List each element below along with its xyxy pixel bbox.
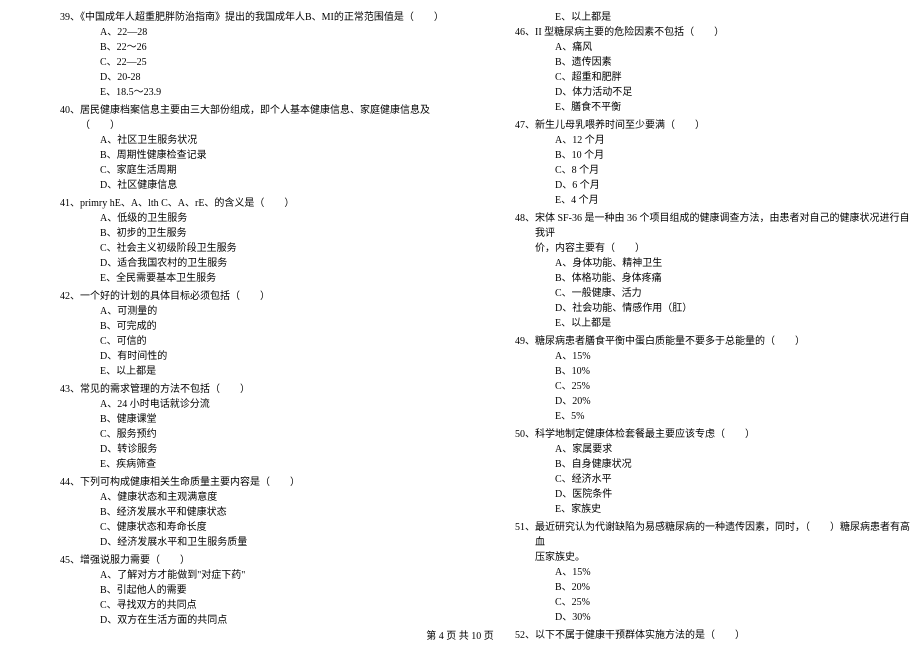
question-block: 50、科学地制定健康体检套餐最主要应该专虑（ ）A、家属要求B、自身健康状况C、…	[465, 427, 910, 517]
option-item: D、适合我国农村的卫生服务	[10, 256, 455, 271]
option-item: E、全民需要基本卫生服务	[10, 271, 455, 286]
option-item: C、超重和肥胖	[465, 70, 910, 85]
question-text: 44、下列可构成健康相关生命质量主要内容是（ ）	[10, 475, 455, 490]
option-item: C、22—25	[10, 55, 455, 70]
option-item: A、家属要求	[465, 442, 910, 457]
option-item: C、可信的	[10, 334, 455, 349]
question-block: 47、新生儿母乳喂养时间至少要满（ ）A、12 个月B、10 个月C、8 个月D…	[465, 118, 910, 208]
option-item: D、20%	[465, 394, 910, 409]
option-item: D、转诊服务	[10, 442, 455, 457]
option-item: E、以上都是	[465, 10, 910, 25]
option-item: D、20-28	[10, 70, 455, 85]
option-item: A、身体功能、精神卫生	[465, 256, 910, 271]
question-text: 42、一个好的计划的具体目标必须包括（ ）	[10, 289, 455, 304]
option-item: A、了解对方才能做到"对症下药"	[10, 568, 455, 583]
option-item: B、体格功能、身体疼痛	[465, 271, 910, 286]
option-item: E、以上都是	[465, 316, 910, 331]
option-item: B、22～26	[10, 40, 455, 55]
question-block: 41、primry hE、A、lth C、A、rE、的含义是（ ）A、低级的卫生…	[10, 196, 455, 286]
option-item: C、寻找双方的共同点	[10, 598, 455, 613]
option-item: C、家庭生活周期	[10, 163, 455, 178]
option-item: A、低级的卫生服务	[10, 211, 455, 226]
option-item: E、膳食不平衡	[465, 100, 910, 115]
option-item: B、健康课堂	[10, 412, 455, 427]
option-item: A、痛风	[465, 40, 910, 55]
option-item: C、25%	[465, 595, 910, 610]
option-item: D、有时间性的	[10, 349, 455, 364]
option-item: A、15%	[465, 349, 910, 364]
option-item: E、4 个月	[465, 193, 910, 208]
option-item: A、22—28	[10, 25, 455, 40]
question-continuation: 价，内容主要有（ ）	[465, 241, 910, 256]
option-item: E、18.5～23.9	[10, 85, 455, 100]
question-text: 39、《中国成年人超重肥胖防治指南》提出的我国成年人B、MI的正常范围值是（ ）	[10, 10, 455, 25]
question-text: 41、primry hE、A、lth C、A、rE、的含义是（ ）	[10, 196, 455, 211]
question-text: 40、居民健康档案信息主要由三大部份组成，即个人基本健康信息、家庭健康信息及（ …	[10, 103, 455, 133]
question-block: 39、《中国成年人超重肥胖防治指南》提出的我国成年人B、MI的正常范围值是（ ）…	[10, 10, 455, 100]
option-item: E、疾病筛查	[10, 457, 455, 472]
option-item: D、体力活动不足	[465, 85, 910, 100]
option-item: D、社区健康信息	[10, 178, 455, 193]
question-block: 42、一个好的计划的具体目标必须包括（ ）A、可测量的B、可完成的C、可信的D、…	[10, 289, 455, 379]
option-item: C、健康状态和寿命长度	[10, 520, 455, 535]
option-item: B、引起他人的需要	[10, 583, 455, 598]
option-item: D、经济发展水平和卫生服务质量	[10, 535, 455, 550]
option-item: B、周期性健康检查记录	[10, 148, 455, 163]
option-item: A、15%	[465, 565, 910, 580]
question-text: 49、糖尿病患者膳食平衡中蛋白质能量不要多于总能量的（ ）	[465, 334, 910, 349]
option-item: A、12 个月	[465, 133, 910, 148]
option-item: D、30%	[465, 610, 910, 625]
option-item: B、10 个月	[465, 148, 910, 163]
page-footer: 第 4 页 共 10 页	[0, 627, 920, 642]
option-item: B、自身健康状况	[465, 457, 910, 472]
question-text: 50、科学地制定健康体检套餐最主要应该专虑（ ）	[465, 427, 910, 442]
question-block: 51、最近研究认为代谢缺陷为易感糖尿病的一种遗传因素，同时，（ ）糖尿病患者有高…	[465, 520, 910, 625]
option-item: D、6 个月	[465, 178, 910, 193]
question-continuation: 压家族史。	[465, 550, 910, 565]
option-item: B、10%	[465, 364, 910, 379]
option-item: B、20%	[465, 580, 910, 595]
option-item: C、一般健康、活力	[465, 286, 910, 301]
question-text: 45、增强说服力需要（ ）	[10, 553, 455, 568]
left-column: 39、《中国成年人超重肥胖防治指南》提出的我国成年人B、MI的正常范围值是（ ）…	[10, 10, 455, 646]
question-text: 46、II 型糖尿病主要的危险因素不包括（ ）	[465, 25, 910, 40]
option-item: B、遗传因素	[465, 55, 910, 70]
question-block: 46、II 型糖尿病主要的危险因素不包括（ ）A、痛风B、遗传因素C、超重和肥胖…	[465, 25, 910, 115]
option-item: E、家族史	[465, 502, 910, 517]
option-item: A、健康状态和主观满意度	[10, 490, 455, 505]
option-item: B、初步的卫生服务	[10, 226, 455, 241]
question-text: 47、新生儿母乳喂养时间至少要满（ ）	[465, 118, 910, 133]
question-text: 43、常见的需求管理的方法不包括（ ）	[10, 382, 455, 397]
question-block: 48、宋体 SF-36 是一种由 36 个项目组成的健康调查方法，由患者对自己的…	[465, 211, 910, 331]
question-block: 44、下列可构成健康相关生命质量主要内容是（ ）A、健康状态和主观满意度B、经济…	[10, 475, 455, 550]
question-text: 48、宋体 SF-36 是一种由 36 个项目组成的健康调查方法，由患者对自己的…	[465, 211, 910, 241]
option-item: D、社会功能、情感作用（肛）	[465, 301, 910, 316]
question-text: 51、最近研究认为代谢缺陷为易感糖尿病的一种遗传因素，同时，（ ）糖尿病患者有高…	[465, 520, 910, 550]
option-item: D、双方在生活方面的共同点	[10, 613, 455, 628]
option-item: A、可测量的	[10, 304, 455, 319]
question-block: 43、常见的需求管理的方法不包括（ ）A、24 小时电话就诊分流B、健康课堂C、…	[10, 382, 455, 472]
option-item: C、8 个月	[465, 163, 910, 178]
question-block: 49、糖尿病患者膳食平衡中蛋白质能量不要多于总能量的（ ）A、15%B、10%C…	[465, 334, 910, 424]
option-item: A、社区卫生服务状况	[10, 133, 455, 148]
option-item: B、经济发展水平和健康状态	[10, 505, 455, 520]
option-item: E、5%	[465, 409, 910, 424]
option-item: B、可完成的	[10, 319, 455, 334]
question-block: 40、居民健康档案信息主要由三大部份组成，即个人基本健康信息、家庭健康信息及（ …	[10, 103, 455, 193]
option-item: A、24 小时电话就诊分流	[10, 397, 455, 412]
option-item: C、社会主义初级阶段卫生服务	[10, 241, 455, 256]
option-item: C、服务预约	[10, 427, 455, 442]
option-item: C、经济水平	[465, 472, 910, 487]
option-item: D、医院条件	[465, 487, 910, 502]
question-block: 45、增强说服力需要（ ）A、了解对方才能做到"对症下药"B、引起他人的需要C、…	[10, 553, 455, 628]
option-item: E、以上都是	[10, 364, 455, 379]
option-item: C、25%	[465, 379, 910, 394]
right-column: E、以上都是46、II 型糖尿病主要的危险因素不包括（ ）A、痛风B、遗传因素C…	[465, 10, 910, 646]
